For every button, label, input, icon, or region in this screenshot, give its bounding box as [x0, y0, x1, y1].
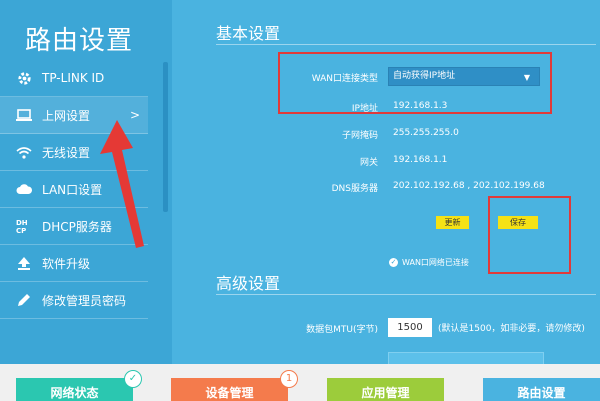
basic-settings-title: 基本设置	[216, 24, 281, 43]
refresh-button[interactable]: 更新	[436, 216, 469, 229]
gear-icon	[14, 69, 34, 87]
check-icon: ✓	[389, 258, 398, 267]
sidebar-item-label: TP-LINK ID	[42, 71, 105, 85]
dns-value: 202.102.192.68 , 202.102.199.68	[393, 181, 545, 191]
tile-app-management[interactable]: 应用管理	[327, 378, 444, 401]
wan-status-text: WAN口网络已连接	[402, 258, 469, 267]
notification-badge: 1	[280, 370, 298, 388]
annotation-arrow-icon	[100, 120, 144, 248]
wan-status: ✓ WAN口网络已连接	[389, 257, 469, 268]
mtu-label: 数据包MTU(字节)	[306, 325, 378, 335]
sidebar-item-password[interactable]: 修改管理员密码	[0, 282, 148, 319]
dhcp-icon: DH CP	[14, 217, 34, 235]
sidebar-item-label: 上网设置	[42, 108, 91, 123]
mask-value: 255.255.255.0	[393, 128, 459, 138]
wifi-icon	[14, 143, 34, 161]
sidebar-item-label: 修改管理员密码	[42, 293, 127, 308]
divider	[216, 44, 596, 45]
svg-text:CP: CP	[16, 227, 26, 234]
sidebar-scrollbar[interactable]	[163, 62, 168, 212]
tile-device-management[interactable]: 设备管理	[171, 378, 288, 401]
divider	[216, 294, 596, 295]
dns-label: DNS服务器	[331, 184, 378, 194]
cloud-icon	[14, 180, 34, 198]
check-badge-icon: ✓	[124, 370, 142, 388]
svg-text:DH: DH	[16, 219, 28, 227]
sidebar-title: 路由设置	[25, 26, 134, 56]
sidebar-item-label: 无线设置	[42, 145, 91, 160]
sidebar-item-label: 软件升级	[42, 256, 91, 271]
pencil-icon	[14, 291, 34, 309]
mtu-hint: (默认是1500，如非必要，请勿修改)	[438, 324, 585, 334]
gateway-label: 网关	[359, 158, 378, 168]
sidebar-item-label: LAN口设置	[42, 182, 103, 197]
highlight-box-wan	[278, 52, 552, 114]
sidebar-item-tplink-id[interactable]: TP-LINK ID	[0, 60, 148, 97]
tile-router-settings[interactable]: 路由设置	[483, 378, 600, 401]
gateway-value: 192.168.1.1	[393, 155, 448, 165]
sidebar-item-upgrade[interactable]: 软件升级	[0, 245, 148, 282]
mtu-input[interactable]: 1500	[388, 318, 432, 337]
tile-network-status[interactable]: 网络状态	[16, 378, 133, 401]
highlight-box-save	[488, 196, 571, 274]
mask-label: 子网掩码	[341, 131, 378, 141]
main-panel: 基本设置 WAN口连接类型 自动获得IP地址 ▼ IP地址 192.168.1.…	[172, 0, 600, 366]
bottom-bar: 网络状态 设备管理 应用管理 路由设置 ✓ 1	[0, 364, 600, 401]
advanced-settings-title: 高级设置	[216, 274, 281, 293]
upgrade-icon	[14, 254, 34, 272]
laptop-icon	[14, 106, 34, 124]
